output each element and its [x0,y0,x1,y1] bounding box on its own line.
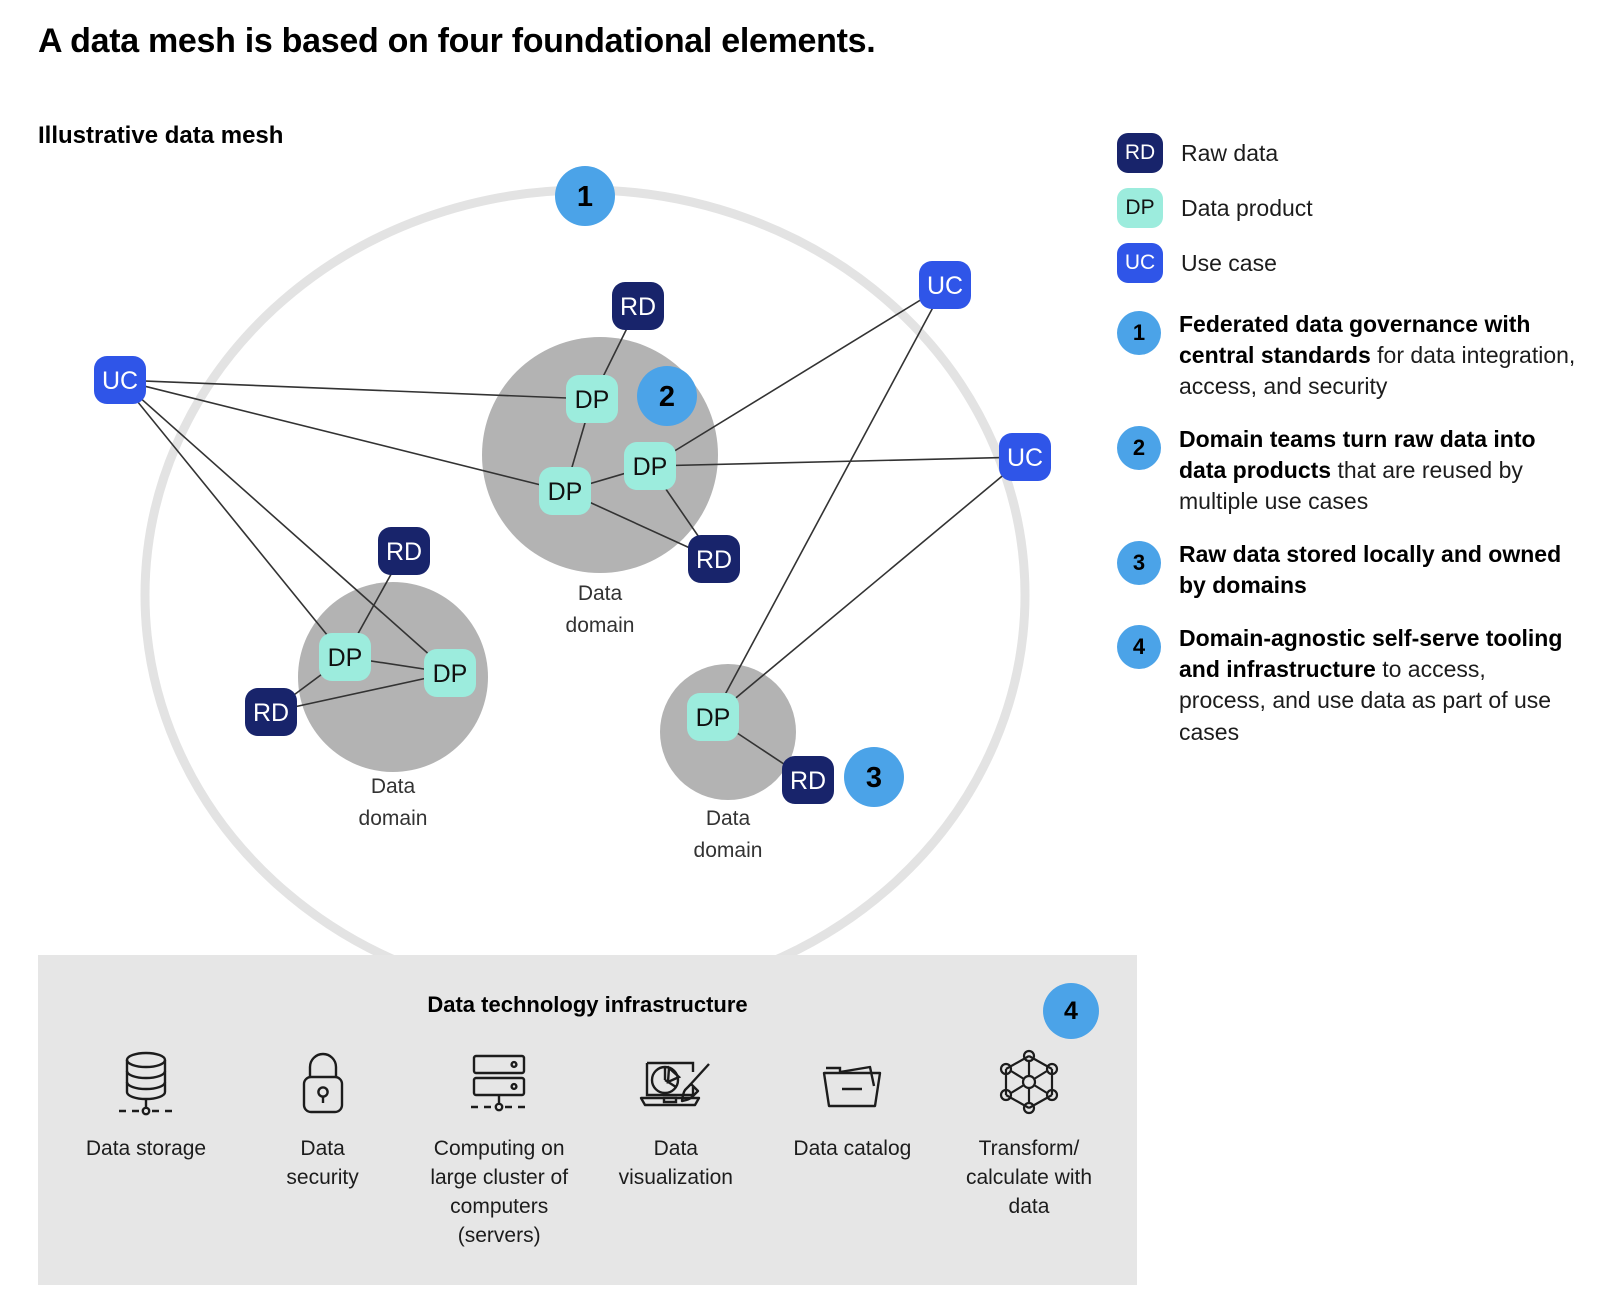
diagram-badge-2: 2 [637,366,697,426]
mesh-node-label: DP [548,478,583,506]
mesh-node-rd[interactable]: RD [688,535,740,583]
legend-chip-rd: RD [1117,133,1163,173]
legend-item-bold: Raw data stored locally and owned by dom… [1179,541,1562,599]
mesh-node-rd[interactable]: RD [782,756,834,804]
legend-item-number: 4 [1117,625,1161,670]
legend-item-text: Domain teams turn raw data into data pro… [1179,424,1577,517]
legend-item-number: 3 [1117,541,1161,586]
network-icon [994,1043,1064,1121]
lock-icon [295,1043,351,1121]
infrastructure-badge-4: 4 [1043,983,1099,1039]
mesh-node-rd[interactable]: RD [245,688,297,736]
legend-key-data-product: DP Data product [1117,188,1577,228]
legend-item-text: Federated data governance with central s… [1179,309,1577,402]
legend-key-use-case: UC Use case [1117,243,1577,283]
infrastructure-item-label: Computing on large cluster of computers (se… [430,1137,569,1247]
infrastructure-item[interactable]: Computing on large cluster of computers (se… [413,1043,585,1251]
legend-item-1: 1 Federated data governance with central … [1117,309,1577,402]
mesh-node-label: RD [790,767,826,795]
badge-label: 2 [659,381,675,413]
legend-item-text: Raw data stored locally and owned by dom… [1179,539,1577,601]
mesh-node-label: DP [433,660,468,688]
mesh-node-uc[interactable]: UC [919,261,971,309]
mesh-node-dp[interactable]: DP [687,693,739,741]
mesh-node-rd[interactable]: RD [378,527,430,575]
infrastructure-item[interactable]: Data security [237,1043,409,1193]
legend-key-raw-data: RD Raw data [1117,133,1577,173]
mesh-node-dp[interactable]: DP [319,633,371,681]
legend-item-3: 3 Raw data stored locally and owned by do… [1117,539,1577,601]
badge-label: 3 [866,762,882,794]
infrastructure-item-label: Data catalog [793,1137,912,1160]
domain-caption: Data [706,807,751,830]
mesh-node-label: RD [386,538,422,566]
infrastructure-item-label: Data visualization [618,1137,733,1189]
mesh-node-rd[interactable]: RD [612,282,664,330]
legend-key-label: Raw data [1181,139,1279,166]
mesh-node-dp[interactable]: DP [424,649,476,697]
mesh-node-label: DP [575,386,610,414]
infrastructure-item[interactable]: Data visualization [590,1043,762,1193]
mesh-node-label: DP [328,644,363,672]
badge-label: 1 [577,181,593,213]
domain-circles-layer: Data domain Data domain Data domain [298,337,796,862]
mesh-edge [649,284,946,467]
mesh-node-label: UC [927,272,963,300]
domain-caption: domain [359,807,428,830]
mesh-node-label: RD [253,699,289,727]
mesh-node-label: UC [1007,444,1043,472]
mesh-node-dp[interactable]: DP [566,375,618,423]
legend-item-2: 2 Domain teams turn raw data into data pr… [1117,424,1577,517]
mesh-edge [712,284,946,718]
diagram-badge-3: 3 [844,747,904,807]
mesh-node-label: DP [633,453,668,481]
mesh-node-label: DP [696,704,731,732]
legend-item-number: 2 [1117,426,1161,471]
infrastructure-item[interactable]: Data storage [60,1043,232,1164]
diagram-badge-1: 1 [555,166,615,226]
mesh-edge [712,456,1026,718]
domain-caption: Data [371,775,416,798]
infrastructure-item-list: Data storage Data security Computing on larg… [60,1043,1115,1251]
infrastructure-item-label: Data storage [85,1137,207,1160]
domain-caption: domain [694,839,763,862]
mesh-edge [119,379,451,674]
infrastructure-title: Data technology infrastructure [427,992,748,1017]
data-technology-infrastructure-panel: Data technology infrastructure 4 Data st… [38,955,1137,1285]
domain-caption: Data [578,582,623,605]
legend-key-label: Data product [1181,194,1313,221]
legend-key-list: RD Raw data DP Data product UC Use case [1117,133,1577,283]
database-icon [115,1043,177,1121]
mesh-node-uc[interactable]: UC [94,356,146,404]
legend-item-bold: Domain-agnostic self-serve tooling and i… [1179,625,1563,683]
infrastructure-item[interactable]: Data catalog [766,1043,938,1164]
legend-key-label: Use case [1181,249,1277,276]
legend-chip-uc: UC [1117,243,1163,283]
chart-brush-icon [633,1043,719,1121]
infrastructure-item-label: Data security [286,1137,359,1189]
legend-item-number: 1 [1117,311,1161,355]
legend-chip-dp: DP [1117,188,1163,228]
legend-item-text: Domain-agnostic self-serve tooling and i… [1179,623,1577,747]
mesh-node-label: RD [620,293,656,321]
mesh-node-dp[interactable]: DP [539,467,591,515]
folder-icon [816,1043,888,1121]
data-mesh-diagram: Data domain Data domain Data domain UC UC UC RD R… [0,0,1110,960]
infrastructure-item-label: Transform/calculate with data [965,1137,1092,1218]
mesh-node-label: RD [696,546,732,574]
legend-item-4: 4 Domain-agnostic self-serve tooling and … [1117,623,1577,747]
domain-caption: domain [566,614,635,637]
infrastructure-item[interactable]: Transform/calculate with data [943,1043,1115,1222]
mesh-node-label: UC [102,367,138,395]
mesh-node-dp[interactable]: DP [624,442,676,490]
servers-icon [465,1043,533,1121]
legend: RD Raw data DP Data product UC Use case 1 Fede… [1117,133,1577,770]
mesh-node-uc[interactable]: UC [999,433,1051,481]
legend-item-list: 1 Federated data governance with central … [1117,309,1577,748]
governance-ring [140,185,1030,960]
